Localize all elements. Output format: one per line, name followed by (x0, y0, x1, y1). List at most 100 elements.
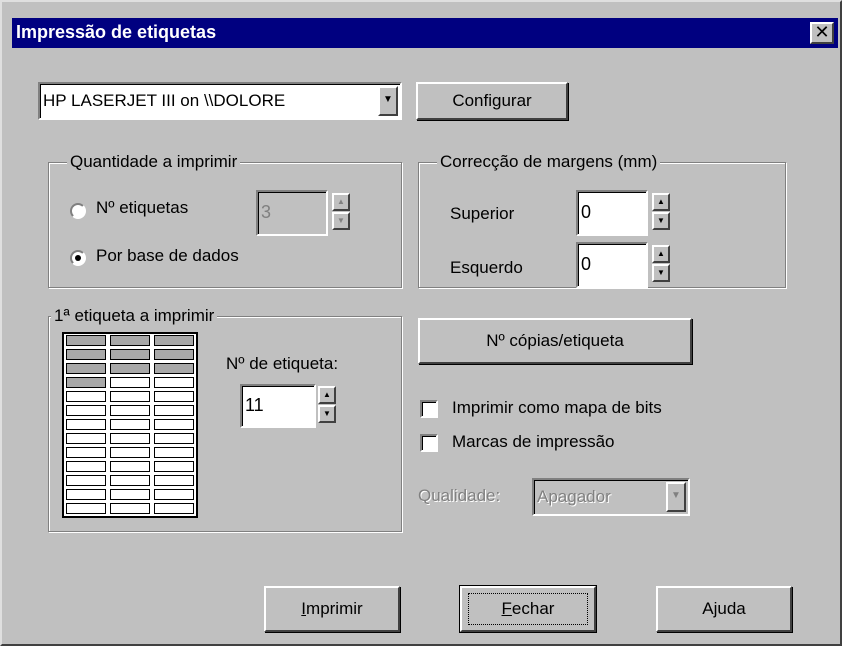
copies-per-label-button[interactable]: Nº cópias/etiqueta (418, 318, 692, 364)
close-mnemonic: F (501, 599, 512, 618)
radio-count-label: Nº etiquetas (96, 198, 189, 217)
radio-count[interactable] (70, 203, 86, 219)
quality-select-value: Apagador (537, 487, 611, 506)
triangle-down-icon: ▼ (657, 268, 665, 277)
label-cell[interactable] (66, 335, 106, 346)
label-cell[interactable] (66, 419, 106, 430)
title-bar[interactable]: Impressão de etiquetas ✕ (12, 18, 838, 48)
label-cell[interactable] (110, 503, 150, 514)
count-spin-up[interactable]: ▲ (332, 193, 350, 211)
configure-button[interactable]: Configurar (416, 82, 568, 120)
margin-top-spin-down[interactable]: ▼ (652, 212, 670, 230)
label-cell[interactable] (154, 489, 194, 500)
quality-select[interactable]: Apagador ▼ (532, 478, 690, 516)
label-cell[interactable] (154, 447, 194, 458)
close-dialog-button[interactable]: Fechar (459, 585, 597, 633)
print-marks-label: Marcas de impressão (452, 432, 615, 451)
label-cell[interactable] (110, 447, 150, 458)
triangle-up-icon: ▲ (323, 390, 331, 399)
label-cell[interactable] (154, 475, 194, 486)
label-cell[interactable] (154, 335, 194, 346)
label-cell[interactable] (66, 475, 106, 486)
label-cell[interactable] (110, 377, 150, 388)
label-cell[interactable] (110, 391, 150, 402)
label-cell[interactable] (110, 433, 150, 444)
label-number-value: 11 (245, 395, 264, 415)
label-cell[interactable] (66, 503, 106, 514)
triangle-up-icon: ▲ (657, 249, 665, 258)
label-cell[interactable] (66, 349, 106, 360)
label-cell[interactable] (110, 405, 150, 416)
print-button-label: Imprimir (301, 588, 362, 630)
close-dialog-button-label: Fechar (502, 588, 555, 630)
label-cell[interactable] (66, 391, 106, 402)
label-cell[interactable] (154, 391, 194, 402)
count-field-value: 3 (261, 202, 272, 222)
label-cell[interactable] (154, 433, 194, 444)
margin-top-field[interactable]: 0 (576, 190, 648, 236)
label-cell[interactable] (154, 503, 194, 514)
margin-top-spin-up[interactable]: ▲ (652, 193, 670, 211)
help-button[interactable]: Ajuda (656, 586, 792, 632)
radio-selected-dot (75, 255, 81, 261)
margin-left-spin-down[interactable]: ▼ (652, 264, 670, 282)
close-button[interactable]: ✕ (810, 22, 834, 44)
label-cell[interactable] (110, 489, 150, 500)
triangle-down-icon: ▼ (383, 94, 393, 105)
triangle-down-icon: ▼ (323, 409, 331, 418)
copies-per-label-button-label: Nº cópias/etiqueta (486, 331, 624, 350)
label-cell[interactable] (154, 377, 194, 388)
close-label-rest: echar (511, 599, 555, 618)
configure-button-label: Configurar (452, 91, 532, 110)
radio-database-label: Por base de dados (96, 246, 239, 265)
label-cell[interactable] (66, 447, 106, 458)
quality-label: Qualidade: (418, 486, 501, 505)
printer-select[interactable]: HP LASERJET III on \\DOLORE ▼ (38, 82, 402, 120)
count-spin-down[interactable]: ▼ (332, 212, 350, 230)
printer-dropdown-button[interactable]: ▼ (378, 86, 398, 116)
label-cell[interactable] (66, 489, 106, 500)
label-cell[interactable] (154, 461, 194, 472)
help-button-label: Ajuda (702, 599, 746, 618)
label-cell[interactable] (154, 419, 194, 430)
triangle-up-icon: ▲ (657, 197, 665, 206)
label-sheet-preview[interactable] (62, 332, 198, 518)
print-marks-checkbox[interactable] (420, 434, 438, 452)
margin-left-spin-up[interactable]: ▲ (652, 245, 670, 263)
label-cell[interactable] (110, 335, 150, 346)
label-number-field[interactable]: 11 (240, 384, 316, 428)
count-field[interactable]: 3 (256, 190, 328, 236)
label-cell[interactable] (154, 349, 194, 360)
label-cell[interactable] (66, 363, 106, 374)
triangle-down-icon: ▼ (657, 216, 665, 225)
label-cell[interactable] (110, 349, 150, 360)
label-cell[interactable] (66, 461, 106, 472)
label-cell[interactable] (66, 433, 106, 444)
triangle-down-icon: ▼ (671, 490, 681, 501)
print-button[interactable]: Imprimir (264, 586, 400, 632)
label-cell[interactable] (66, 405, 106, 416)
triangle-down-icon: ▼ (337, 216, 345, 225)
margins-group-title: Correcção de margens (mm) (437, 152, 661, 172)
label-cell[interactable] (66, 377, 106, 388)
window-title: Impressão de etiquetas (16, 22, 217, 42)
label-number-spin-up[interactable]: ▲ (318, 386, 336, 404)
radio-database[interactable] (70, 250, 86, 266)
margin-left-label: Esquerdo (450, 258, 523, 277)
margin-left-field[interactable]: 0 (576, 242, 648, 288)
quantity-group-title: Quantidade a imprimir (67, 152, 241, 172)
label-cell[interactable] (110, 419, 150, 430)
print-label-rest: mprimir (306, 599, 363, 618)
quality-dropdown-button[interactable]: ▼ (666, 482, 686, 512)
label-cell[interactable] (110, 475, 150, 486)
label-cell[interactable] (110, 461, 150, 472)
label-number-spin-down[interactable]: ▼ (318, 405, 336, 423)
label-cell[interactable] (154, 405, 194, 416)
label-print-dialog: Impressão de etiquetas ✕ HP LASERJET III… (0, 0, 842, 646)
label-cell[interactable] (110, 363, 150, 374)
label-cell[interactable] (154, 363, 194, 374)
print-bitmap-label: Imprimir como mapa de bits (452, 398, 662, 417)
label-number-label: Nº de etiqueta: (226, 354, 339, 373)
print-bitmap-checkbox[interactable] (420, 400, 438, 418)
margin-left-value: 0 (581, 254, 592, 274)
